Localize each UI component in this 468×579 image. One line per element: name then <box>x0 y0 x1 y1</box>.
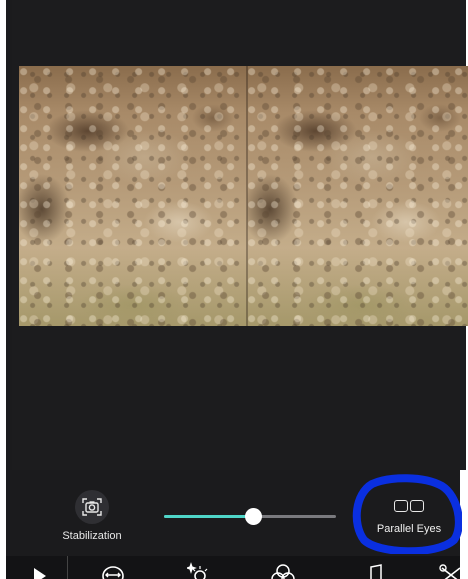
music-note-icon <box>370 564 382 579</box>
stabilization-label: Stabilization <box>62 530 122 542</box>
stereo-video-preview[interactable] <box>19 66 468 326</box>
filters-button[interactable] <box>268 562 298 579</box>
stabilization-button[interactable]: Stabilization <box>52 490 132 546</box>
adjust-sparkle-icon <box>187 562 208 579</box>
play-icon <box>34 568 46 579</box>
left-eye-image <box>19 66 247 326</box>
transform-icon <box>102 566 124 579</box>
slider-thumb[interactable] <box>245 508 262 525</box>
toolbar-divider <box>67 556 68 579</box>
app-screen: Stabilization Parallel Eyes <box>0 0 468 579</box>
eye-divider <box>246 66 248 326</box>
play-button[interactable] <box>24 562 54 579</box>
scissors-icon <box>439 564 461 579</box>
intensity-slider[interactable] <box>164 506 336 526</box>
slider-fill <box>164 515 253 518</box>
adjust-button[interactable] <box>185 562 215 579</box>
parallel-eyes-label: Parallel Eyes <box>376 523 442 535</box>
trim-button[interactable] <box>436 562 466 579</box>
filters-icon <box>271 564 295 579</box>
music-button[interactable] <box>360 562 390 579</box>
bottom-toolbar <box>6 556 461 579</box>
right-eye-image <box>246 66 468 326</box>
transform-button[interactable] <box>98 562 128 579</box>
camera-stabilize-icon <box>75 490 109 524</box>
parallel-eyes-icon <box>394 500 424 512</box>
parallel-eyes-button[interactable]: Parallel Eyes <box>374 500 444 544</box>
